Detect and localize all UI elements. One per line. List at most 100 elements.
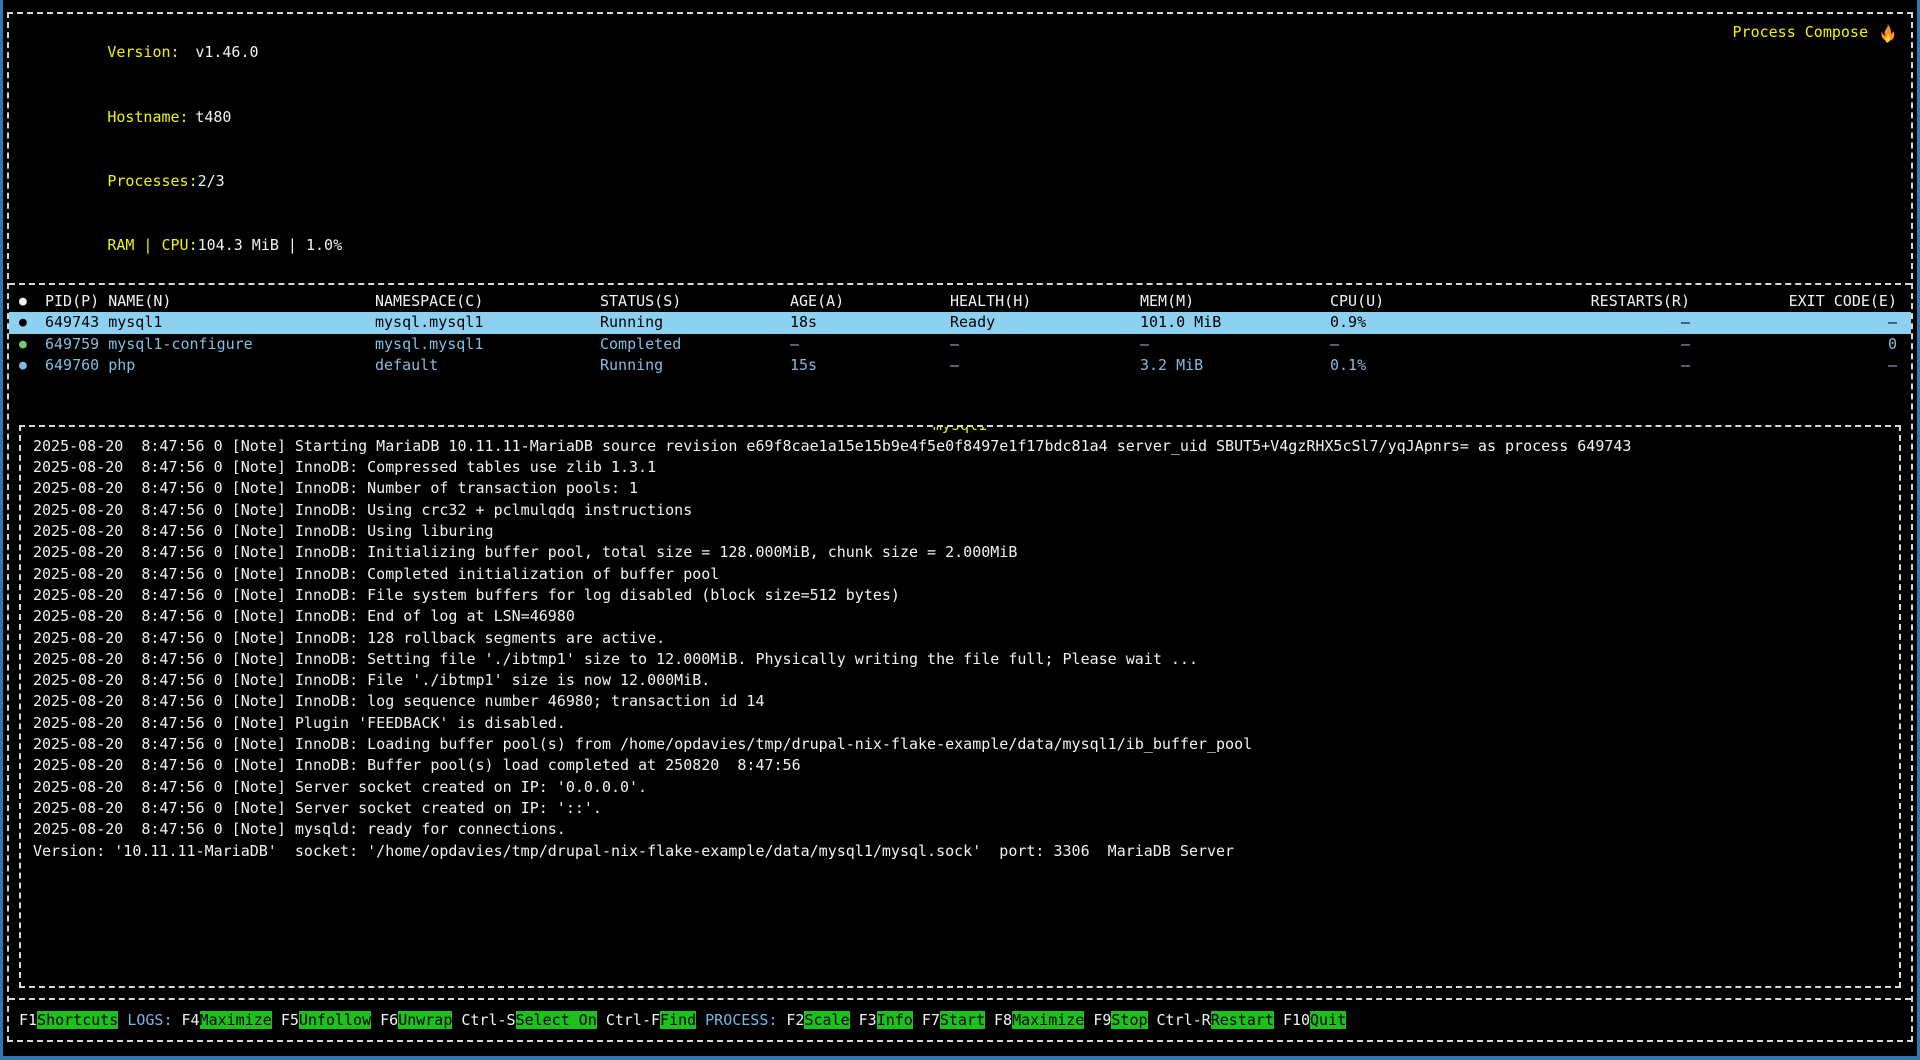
process-section-label: PROCESS:: [705, 1011, 777, 1029]
log-line: 2025-08-20 8:47:56 0 [Note] InnoDB: Usin…: [33, 521, 1887, 542]
col-exit-code[interactable]: EXIT CODE(E): [1690, 291, 1897, 313]
process-compose-app: Version:v1.46.0 Hostname:t480 Processes:…: [7, 12, 1913, 1042]
log-lines: 2025-08-20 8:47:56 0 [Note] Starting Mar…: [33, 436, 1887, 862]
status-icon: ●: [19, 355, 45, 377]
hostname-label: Hostname:: [107, 107, 195, 128]
cell-exit-code: –: [1690, 312, 1897, 334]
logs-section-label: LOGS:: [127, 1011, 172, 1029]
hostname-value: t480: [195, 108, 231, 126]
shortcut-key: Ctrl-F: [606, 1011, 660, 1029]
app-title-text: Process Compose: [1733, 23, 1868, 41]
shortcut-f10-quit[interactable]: F10Quit: [1283, 1011, 1346, 1029]
cell-namespace: default: [375, 355, 600, 377]
cell-cpu: –: [1330, 334, 1510, 356]
shortcut-f7-start[interactable]: F7Start: [922, 1011, 985, 1029]
shortcut-key: F3: [859, 1011, 877, 1029]
shortcut-f6-unwrap[interactable]: F6Unwrap: [380, 1011, 452, 1029]
col-health[interactable]: HEALTH(H): [950, 291, 1140, 313]
log-line: 2025-08-20 8:47:56 0 [Note] Plugin 'FEED…: [33, 713, 1887, 734]
shortcut-f2-scale[interactable]: F2Scale: [786, 1011, 849, 1029]
log-line: 2025-08-20 8:47:56 0 [Note] InnoDB: Load…: [33, 734, 1887, 755]
log-line: 2025-08-20 8:47:56 0 [Note] InnoDB: File…: [33, 585, 1887, 606]
shortcut-key: F1: [19, 1011, 37, 1029]
cell-health: –: [950, 355, 1140, 377]
cell-cpu: 0.1%: [1330, 355, 1510, 377]
log-line: 2025-08-20 8:47:56 0 [Note] Starting Mar…: [33, 436, 1887, 457]
shortcut-f9-stop[interactable]: F9Stop: [1093, 1011, 1147, 1029]
cell-health: Ready: [950, 312, 1140, 334]
shortcut-key: F5: [281, 1011, 299, 1029]
shortcut-label: Info: [877, 1011, 913, 1029]
log-line: 2025-08-20 8:47:56 0 [Note] Server socke…: [33, 777, 1887, 798]
version-value: v1.46.0: [195, 43, 258, 61]
log-line: 2025-08-20 8:47:56 0 [Note] InnoDB: Comp…: [33, 457, 1887, 478]
status-icon: ●: [19, 312, 45, 334]
shortcut-ctrl-s-select-on[interactable]: Ctrl-SSelect On: [461, 1011, 596, 1029]
col-age[interactable]: AGE(A): [790, 291, 950, 313]
process-row-mysql1-configure[interactable]: ● 649759 mysql1-configure mysql.mysql1 C…: [9, 334, 1911, 356]
shortcut-f5-unfollow[interactable]: F5Unfollow: [281, 1011, 371, 1029]
col-mem[interactable]: MEM(M): [1140, 291, 1330, 313]
status-column-icon: ●: [19, 291, 45, 313]
cell-restarts: –: [1510, 312, 1690, 334]
process-row-mysql1[interactable]: ● 649743 mysql1 mysql.mysql1 Running 18s…: [9, 312, 1911, 334]
cell-restarts: –: [1510, 355, 1690, 377]
log-line: 2025-08-20 8:47:56 0 [Note] Server socke…: [33, 798, 1887, 819]
cell-pid-name: 649760 php: [45, 355, 375, 377]
log-panel[interactable]: mysql1 2025-08-20 8:47:56 0 [Note] Start…: [19, 425, 1901, 988]
shortcut-label: Scale: [804, 1011, 849, 1029]
cell-status: Running: [600, 312, 790, 334]
cell-age: 18s: [790, 312, 950, 334]
process-table-header: ● PID(P) NAME(N) NAMESPACE(C) STATUS(S) …: [9, 291, 1911, 313]
version-label: Version:: [107, 42, 195, 63]
shortcut-f8-maximize[interactable]: F8Maximize: [994, 1011, 1084, 1029]
cell-age: 15s: [790, 355, 950, 377]
shortcut-key: F10: [1283, 1011, 1310, 1029]
cell-mem: –: [1140, 334, 1330, 356]
hostname-field: Hostname:t480: [17, 85, 342, 149]
process-table: ● PID(P) NAME(N) NAMESPACE(C) STATUS(S) …: [9, 285, 1911, 416]
processes-label: Processes:: [107, 171, 197, 192]
log-line: 2025-08-20 8:47:56 0 [Note] InnoDB: 128 …: [33, 628, 1887, 649]
col-namespace[interactable]: NAMESPACE(C): [375, 291, 600, 313]
shortcut-key: F8: [994, 1011, 1012, 1029]
process-row-php[interactable]: ● 649760 php default Running 15s – 3.2 M…: [9, 355, 1911, 377]
log-line: 2025-08-20 8:47:56 0 [Note] InnoDB: File…: [33, 670, 1887, 691]
shortcut-ctrl-r-restart[interactable]: Ctrl-RRestart: [1157, 1011, 1274, 1029]
log-line: 2025-08-20 8:47:56 0 [Note] InnoDB: log …: [33, 691, 1887, 712]
cell-age: –: [790, 334, 950, 356]
shortcut-label: Start: [940, 1011, 985, 1029]
shortcut-label: Restart: [1211, 1011, 1274, 1029]
header-pane: Version:v1.46.0 Hostname:t480 Processes:…: [9, 14, 1911, 283]
log-line: 2025-08-20 8:47:56 0 [Note] InnoDB: Comp…: [33, 564, 1887, 585]
col-pid-name[interactable]: PID(P) NAME(N): [45, 291, 375, 313]
cell-pid-name: 649743 mysql1: [45, 312, 375, 334]
fire-icon: [1878, 23, 1897, 44]
shortcut-f4-maximize[interactable]: F4Maximize: [182, 1011, 272, 1029]
col-status[interactable]: STATUS(S): [600, 291, 790, 313]
status-icon: ●: [19, 334, 45, 356]
log-line: 2025-08-20 8:47:56 0 [Note] InnoDB: Init…: [33, 542, 1887, 563]
shortcut-ctrl-f-find[interactable]: Ctrl-FFind: [606, 1011, 696, 1029]
log-line: 2025-08-20 8:47:56 0 [Note] mysqld: read…: [33, 819, 1887, 840]
cell-mem: 3.2 MiB: [1140, 355, 1330, 377]
shortcut-f3-info[interactable]: F3Info: [859, 1011, 913, 1029]
app-title: Process Compose: [1733, 21, 1897, 278]
cell-mem: 101.0 MiB: [1140, 312, 1330, 334]
shortcut-label: Shortcuts: [37, 1011, 118, 1029]
cell-status: Running: [600, 355, 790, 377]
shortcut-label: Unwrap: [398, 1011, 452, 1029]
shortcut-key: F6: [380, 1011, 398, 1029]
shortcut-bar: F1Shortcuts LOGS: F4Maximize F5Unfollow …: [9, 1000, 1911, 1040]
shortcut-f1-shortcuts[interactable]: F1Shortcuts: [19, 1011, 118, 1029]
shortcut-label: Find: [660, 1011, 696, 1029]
col-restarts[interactable]: RESTARTS(R): [1510, 291, 1690, 313]
cell-namespace: mysql.mysql1: [375, 312, 600, 334]
col-cpu[interactable]: CPU(U): [1330, 291, 1510, 313]
cell-exit-code: 0: [1690, 334, 1897, 356]
cell-status: Completed: [600, 334, 790, 356]
processes-field: Processes:2/3: [17, 149, 342, 213]
cell-cpu: 0.9%: [1330, 312, 1510, 334]
log-line: 2025-08-20 8:47:56 0 [Note] InnoDB: Buff…: [33, 755, 1887, 776]
cell-health: –: [950, 334, 1140, 356]
